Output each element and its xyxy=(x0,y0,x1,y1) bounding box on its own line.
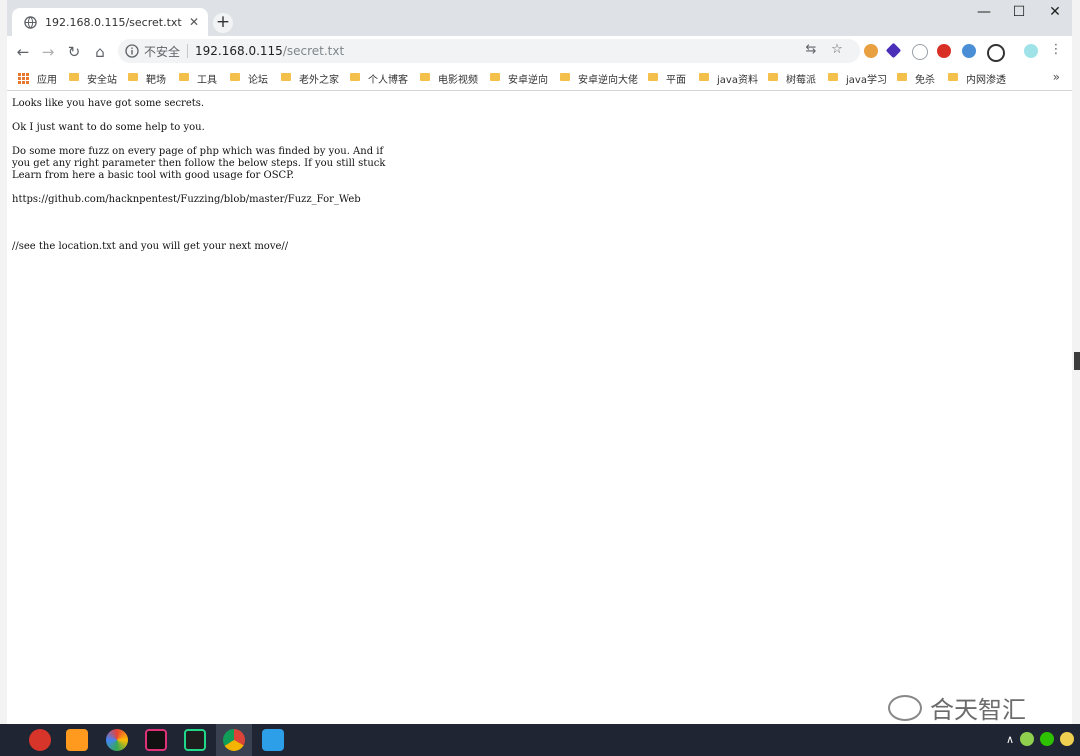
close-window-button[interactable]: ✕ xyxy=(1037,0,1073,26)
system-tray: ∧ xyxy=(1006,732,1074,746)
folder-icon xyxy=(350,73,360,81)
tray-expand-icon[interactable]: ∧ xyxy=(1006,733,1014,746)
bookmark-folder[interactable]: java资料 xyxy=(699,66,758,90)
folder-icon xyxy=(230,73,240,81)
edit-extension-icon[interactable] xyxy=(962,44,976,58)
security-label: 不安全 xyxy=(144,44,181,59)
qq-tray-icon[interactable] xyxy=(1060,732,1074,746)
url-host: 192.168.0.115 xyxy=(195,44,283,58)
pycharm-icon[interactable] xyxy=(184,729,206,751)
bookmark-folder[interactable]: 安全站 xyxy=(69,66,117,90)
hexagon-extension-icon[interactable] xyxy=(885,42,902,59)
bookmark-folder[interactable]: 论坛 xyxy=(230,66,268,90)
bookmark-folder[interactable]: 平面 xyxy=(648,66,686,90)
forward-arrow-icon[interactable]: → xyxy=(37,41,59,63)
tab-secret-txt[interactable]: 192.168.0.115/secret.txt ✕ xyxy=(12,8,208,36)
bookmark-folder[interactable]: 电影视频 xyxy=(420,66,478,90)
folder-icon xyxy=(648,73,658,81)
text-line: you get any right parameter then follow … xyxy=(12,158,386,169)
address-bar[interactable]: 不安全 192.168.0.115/secret.txt xyxy=(118,39,860,63)
wechat-tray-icon[interactable] xyxy=(1040,732,1054,746)
folder-icon xyxy=(490,73,500,81)
browser-app-icon[interactable] xyxy=(106,729,128,751)
folder-icon xyxy=(948,73,958,81)
profile-avatar[interactable] xyxy=(1024,44,1038,58)
bookmark-folder[interactable]: 老外之家 xyxy=(281,66,339,90)
translate-icon[interactable]: ⇆ xyxy=(802,41,820,59)
home-icon[interactable]: ⌂ xyxy=(89,41,111,63)
minimize-button[interactable]: — xyxy=(966,0,1002,26)
taskbar: ∧ xyxy=(0,724,1080,756)
screen: 192.168.0.115/secret.txt ✕ + — ☐ ✕ ← → ↻… xyxy=(0,0,1080,756)
bookmarks-bar: 应用 安全站 靶场 工具 论坛 老外之家 个人博客 电影视频 安卓逆向 安卓逆向… xyxy=(7,66,1072,91)
address-separator xyxy=(187,44,189,58)
folder-icon xyxy=(560,73,570,81)
tab-strip: 192.168.0.115/secret.txt ✕ + — ☐ ✕ xyxy=(7,0,1072,36)
circle-extension-icon[interactable] xyxy=(987,44,1005,62)
tab-title: 192.168.0.115/secret.txt xyxy=(45,15,182,29)
text-line: //see the location.txt and you will get … xyxy=(12,241,289,252)
folder-icon xyxy=(828,73,838,81)
browser-toolbar: ← → ↻ ⌂ 不安全 192.168.0.115/secret.txt ⇆ ☆ xyxy=(7,36,1072,66)
folder-icon xyxy=(768,73,778,81)
globe-icon xyxy=(24,15,37,29)
snail-app-icon[interactable] xyxy=(29,729,51,751)
bookmark-folder[interactable]: 个人博客 xyxy=(350,66,408,90)
folder-icon xyxy=(128,73,138,81)
bookmark-star-icon[interactable]: ☆ xyxy=(828,41,846,59)
text-line: Ok I just want to do some help to you. xyxy=(12,122,205,133)
text-line: Looks like you have got some secrets. xyxy=(12,98,205,109)
watermark-text: 合天智汇 xyxy=(930,696,1026,724)
text-line: Learn from here a basic tool with good u… xyxy=(12,170,295,181)
browser-window: 192.168.0.115/secret.txt ✕ + — ☐ ✕ ← → ↻… xyxy=(7,0,1072,724)
close-tab-icon[interactable]: ✕ xyxy=(184,15,204,29)
intellij-idea-icon[interactable] xyxy=(145,729,167,751)
link-extension-icon[interactable] xyxy=(912,44,928,60)
folder-icon xyxy=(897,73,907,81)
fuzzing-url-line: https://github.com/hacknpentest/Fuzzing/… xyxy=(12,194,361,205)
wechat-watermark-icon xyxy=(888,694,922,721)
bookmark-folder[interactable]: 靶场 xyxy=(128,66,166,90)
bookmark-apps[interactable]: 应用 xyxy=(18,66,57,90)
sublime-text-icon[interactable] xyxy=(66,729,88,751)
bookmark-folder[interactable]: java学习 xyxy=(828,66,887,90)
url-path: /secret.txt xyxy=(282,44,345,58)
info-icon[interactable] xyxy=(125,44,139,58)
text-line: Do some more fuzz on every page of php w… xyxy=(12,146,384,157)
bookmark-folder[interactable]: 安卓逆向大佬 xyxy=(560,66,638,90)
bookmark-folder[interactable]: 免杀 xyxy=(897,66,935,90)
bookmark-folder[interactable]: 树莓派 xyxy=(768,66,816,90)
bookmark-folder[interactable]: 内网渗透 xyxy=(948,66,1006,90)
maximize-button[interactable]: ☐ xyxy=(1001,0,1037,26)
back-arrow-icon[interactable]: ← xyxy=(12,41,34,63)
background-window-mark xyxy=(1074,352,1080,370)
chrome-icon[interactable] xyxy=(223,729,245,751)
apps-grid-icon xyxy=(18,72,29,84)
reload-icon[interactable]: ↻ xyxy=(63,41,85,63)
folder-icon xyxy=(281,73,291,81)
browser-menu-icon[interactable]: ⋮ xyxy=(1047,41,1065,59)
tray-app-icon[interactable] xyxy=(1020,732,1034,746)
wps-writer-icon[interactable] xyxy=(262,729,284,751)
adblock-plus-icon[interactable] xyxy=(937,44,951,58)
new-tab-button[interactable]: + xyxy=(213,13,233,33)
watermark: 合天智汇 xyxy=(888,690,1026,725)
bookmarks-overflow-icon[interactable]: » xyxy=(1053,70,1060,84)
page-content: Looks like you have got some secrets. Ok… xyxy=(12,91,1067,724)
bookmark-folder[interactable]: 工具 xyxy=(179,66,217,90)
folder-icon xyxy=(699,73,709,81)
folder-icon xyxy=(179,73,189,81)
bookmark-folder[interactable]: 安卓逆向 xyxy=(490,66,548,90)
background-window-right-edge xyxy=(1071,0,1080,724)
folder-icon xyxy=(420,73,430,81)
cookie-extension-icon[interactable] xyxy=(864,44,878,58)
folder-icon xyxy=(69,73,79,81)
